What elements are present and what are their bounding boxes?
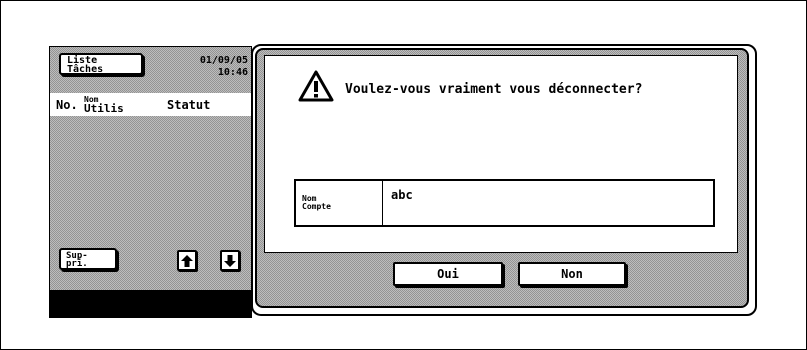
time-display: 10:46 (217, 67, 248, 78)
scroll-down-button[interactable] (220, 250, 240, 271)
arrow-up-icon (181, 255, 193, 267)
status-bar (50, 290, 251, 317)
column-user-line2: Utilis (84, 102, 124, 115)
delete-button[interactable]: Sup- pri. (59, 248, 117, 270)
dialog-content: Voulez-vous vraiment vous déconnecter? N… (264, 55, 738, 253)
account-label-line2: Compte (302, 202, 331, 211)
dialog-message: Voulez-vous vraiment vous déconnecter? (345, 82, 643, 97)
job-list-button[interactable]: Liste Tâches (59, 53, 143, 75)
arrow-down-icon (224, 255, 236, 267)
delete-label-line2: pri. (66, 259, 88, 269)
date-display: 01/09/05 (199, 55, 248, 66)
column-status: Statut (167, 98, 211, 112)
job-panel: Liste Tâches 01/09/05 10:46 No. Nom Util… (49, 46, 252, 318)
yes-button[interactable]: Oui (393, 262, 503, 286)
clock: 01/09/05 10:46 (162, 55, 248, 79)
warning-icon (298, 70, 334, 102)
account-name-field: Nom Compte abc (294, 179, 715, 227)
scroll-up-button[interactable] (177, 250, 197, 271)
column-no: No. (56, 98, 78, 112)
account-name-label: Nom Compte (302, 195, 331, 211)
field-divider (382, 181, 383, 225)
job-list-label-line2: Tâches (67, 64, 104, 75)
column-user-name: Nom Utilis (84, 95, 124, 115)
no-button[interactable]: Non (518, 262, 626, 286)
job-list-header: No. Nom Utilis Statut (50, 93, 251, 116)
account-name-value: abc (391, 188, 413, 202)
